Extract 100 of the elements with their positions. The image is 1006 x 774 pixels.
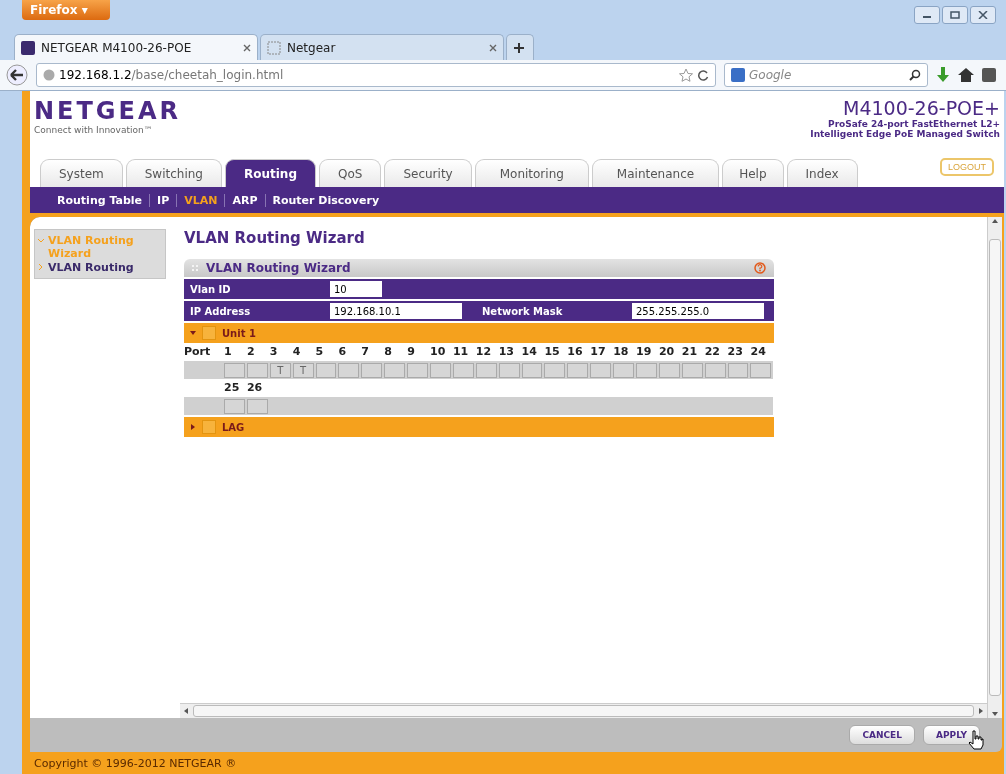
main-tab[interactable]: Routing [225, 159, 316, 187]
main-tab[interactable]: Maintenance [591, 159, 720, 187]
section-header[interactable]: LAG [184, 417, 774, 437]
port-selector[interactable] [452, 362, 474, 378]
port-selector[interactable] [750, 362, 772, 378]
vertical-scrollbar[interactable] [987, 217, 1002, 718]
port-selector[interactable] [315, 362, 337, 378]
minimize-button[interactable] [914, 6, 940, 24]
sub-tab[interactable]: IP [149, 193, 177, 207]
sub-tab[interactable]: Router Discovery [264, 193, 387, 207]
port-selector[interactable] [246, 398, 268, 414]
download-icon[interactable] [936, 67, 950, 83]
port-selector[interactable]: T [292, 362, 314, 378]
port-selector[interactable] [361, 362, 383, 378]
port-selector[interactable] [498, 362, 520, 378]
home-icon[interactable] [958, 68, 974, 82]
apply-button[interactable]: APPLY [923, 725, 980, 745]
port-selector[interactable] [681, 362, 703, 378]
port-selector[interactable] [430, 362, 451, 378]
main-tab[interactable]: Index [786, 159, 858, 187]
port-selector[interactable] [544, 362, 566, 378]
port-number: 3 [269, 345, 279, 360]
main-tab[interactable]: Switching [125, 159, 222, 187]
vlan-id-field[interactable]: 10 [330, 281, 382, 297]
address-field[interactable]: 192.168.1.2/base/cheetah_login.html [36, 63, 716, 87]
port-selector[interactable] [246, 362, 268, 378]
port-selector[interactable] [658, 362, 680, 378]
model-description: Intelligent Edge PoE Managed Switch [810, 129, 1000, 139]
help-icon[interactable] [754, 262, 766, 274]
port-number: 26 [246, 381, 264, 396]
port-number: 10 [430, 345, 447, 360]
logo: NETGEAR [34, 97, 181, 125]
sub-tab[interactable]: VLAN [176, 193, 225, 207]
main-tab[interactable]: QoS [319, 159, 382, 187]
reload-icon [697, 69, 709, 81]
port-number: 20 [658, 345, 676, 360]
port-selector[interactable] [475, 362, 497, 378]
port-selector[interactable] [636, 362, 657, 378]
port-number: 22 [704, 345, 721, 360]
close-button[interactable] [970, 6, 996, 24]
port-number: 4 [292, 345, 302, 360]
back-button[interactable] [6, 64, 28, 86]
cancel-button[interactable]: CANCEL [849, 725, 915, 745]
sub-tab[interactable]: ARP [224, 193, 265, 207]
port-selector[interactable] [727, 362, 749, 378]
browser-tab[interactable]: NETGEAR M4100-26-POE [14, 34, 258, 60]
main-tab[interactable]: System [40, 159, 123, 187]
port-header: Port [184, 345, 212, 360]
hand-cursor-icon [968, 730, 984, 750]
port-number: 5 [315, 345, 325, 360]
search-field[interactable]: Google [724, 63, 928, 87]
panel-title: VLAN Routing Wizard [206, 261, 351, 275]
star-icon [679, 68, 693, 82]
port-selector[interactable] [224, 398, 245, 414]
sub-tab[interactable]: Routing Table [50, 193, 150, 207]
arrow-left-icon [184, 708, 189, 714]
port-selector[interactable] [590, 362, 612, 378]
port-selector[interactable] [521, 362, 543, 378]
port-selector[interactable] [613, 362, 635, 378]
port-number: 6 [338, 345, 348, 360]
port-number: 25 [224, 381, 241, 396]
model-description: ProSafe 24-port FastEthernet L2+ [827, 119, 1000, 129]
port-number: 12 [475, 345, 493, 360]
section-header[interactable]: Unit 1 [184, 323, 774, 343]
port-selector[interactable] [407, 362, 428, 378]
port-number: 13 [498, 345, 515, 360]
port-selector[interactable]: T [269, 362, 291, 378]
main-tab[interactable]: Security [384, 159, 472, 187]
browser-tab[interactable]: Netgear [260, 34, 504, 60]
port-selector[interactable] [224, 362, 245, 378]
ip-address-field[interactable]: 192.168.10.1 [330, 303, 462, 319]
blank-page-icon [267, 40, 281, 55]
port-selector[interactable] [338, 362, 360, 378]
select-all-checkbox[interactable] [202, 420, 216, 434]
port-number: 21 [681, 345, 699, 360]
model-name: M4100-26-POE+ [842, 97, 1000, 119]
horizontal-scrollbar[interactable] [180, 703, 987, 718]
close-icon [489, 43, 497, 52]
field-label: IP Address [190, 305, 252, 317]
port-number: 15 [544, 345, 561, 360]
port-selector[interactable] [567, 362, 589, 378]
port-number: 1 [224, 345, 233, 360]
maximize-button[interactable] [942, 6, 968, 24]
search-icon [909, 69, 921, 81]
tagline: Connect with Innovation™ [34, 125, 154, 135]
port-number: 17 [590, 345, 607, 360]
port-number: 23 [727, 345, 744, 360]
sidebar-item[interactable]: VLAN Routing [38, 261, 162, 274]
main-tab[interactable]: Monitoring [474, 159, 589, 187]
port-number: 16 [567, 345, 584, 360]
main-tab[interactable]: Help [722, 159, 784, 187]
port-selector[interactable] [384, 362, 406, 378]
site-icon [21, 40, 35, 55]
port-number: 24 [750, 345, 767, 360]
select-all-checkbox[interactable] [202, 326, 216, 340]
port-selector[interactable] [704, 362, 726, 378]
network-mask-field[interactable]: 255.255.255.0 [632, 303, 764, 319]
section-title: Unit 1 [222, 327, 256, 339]
plus-icon [513, 41, 525, 54]
new-tab-button[interactable] [506, 34, 534, 60]
